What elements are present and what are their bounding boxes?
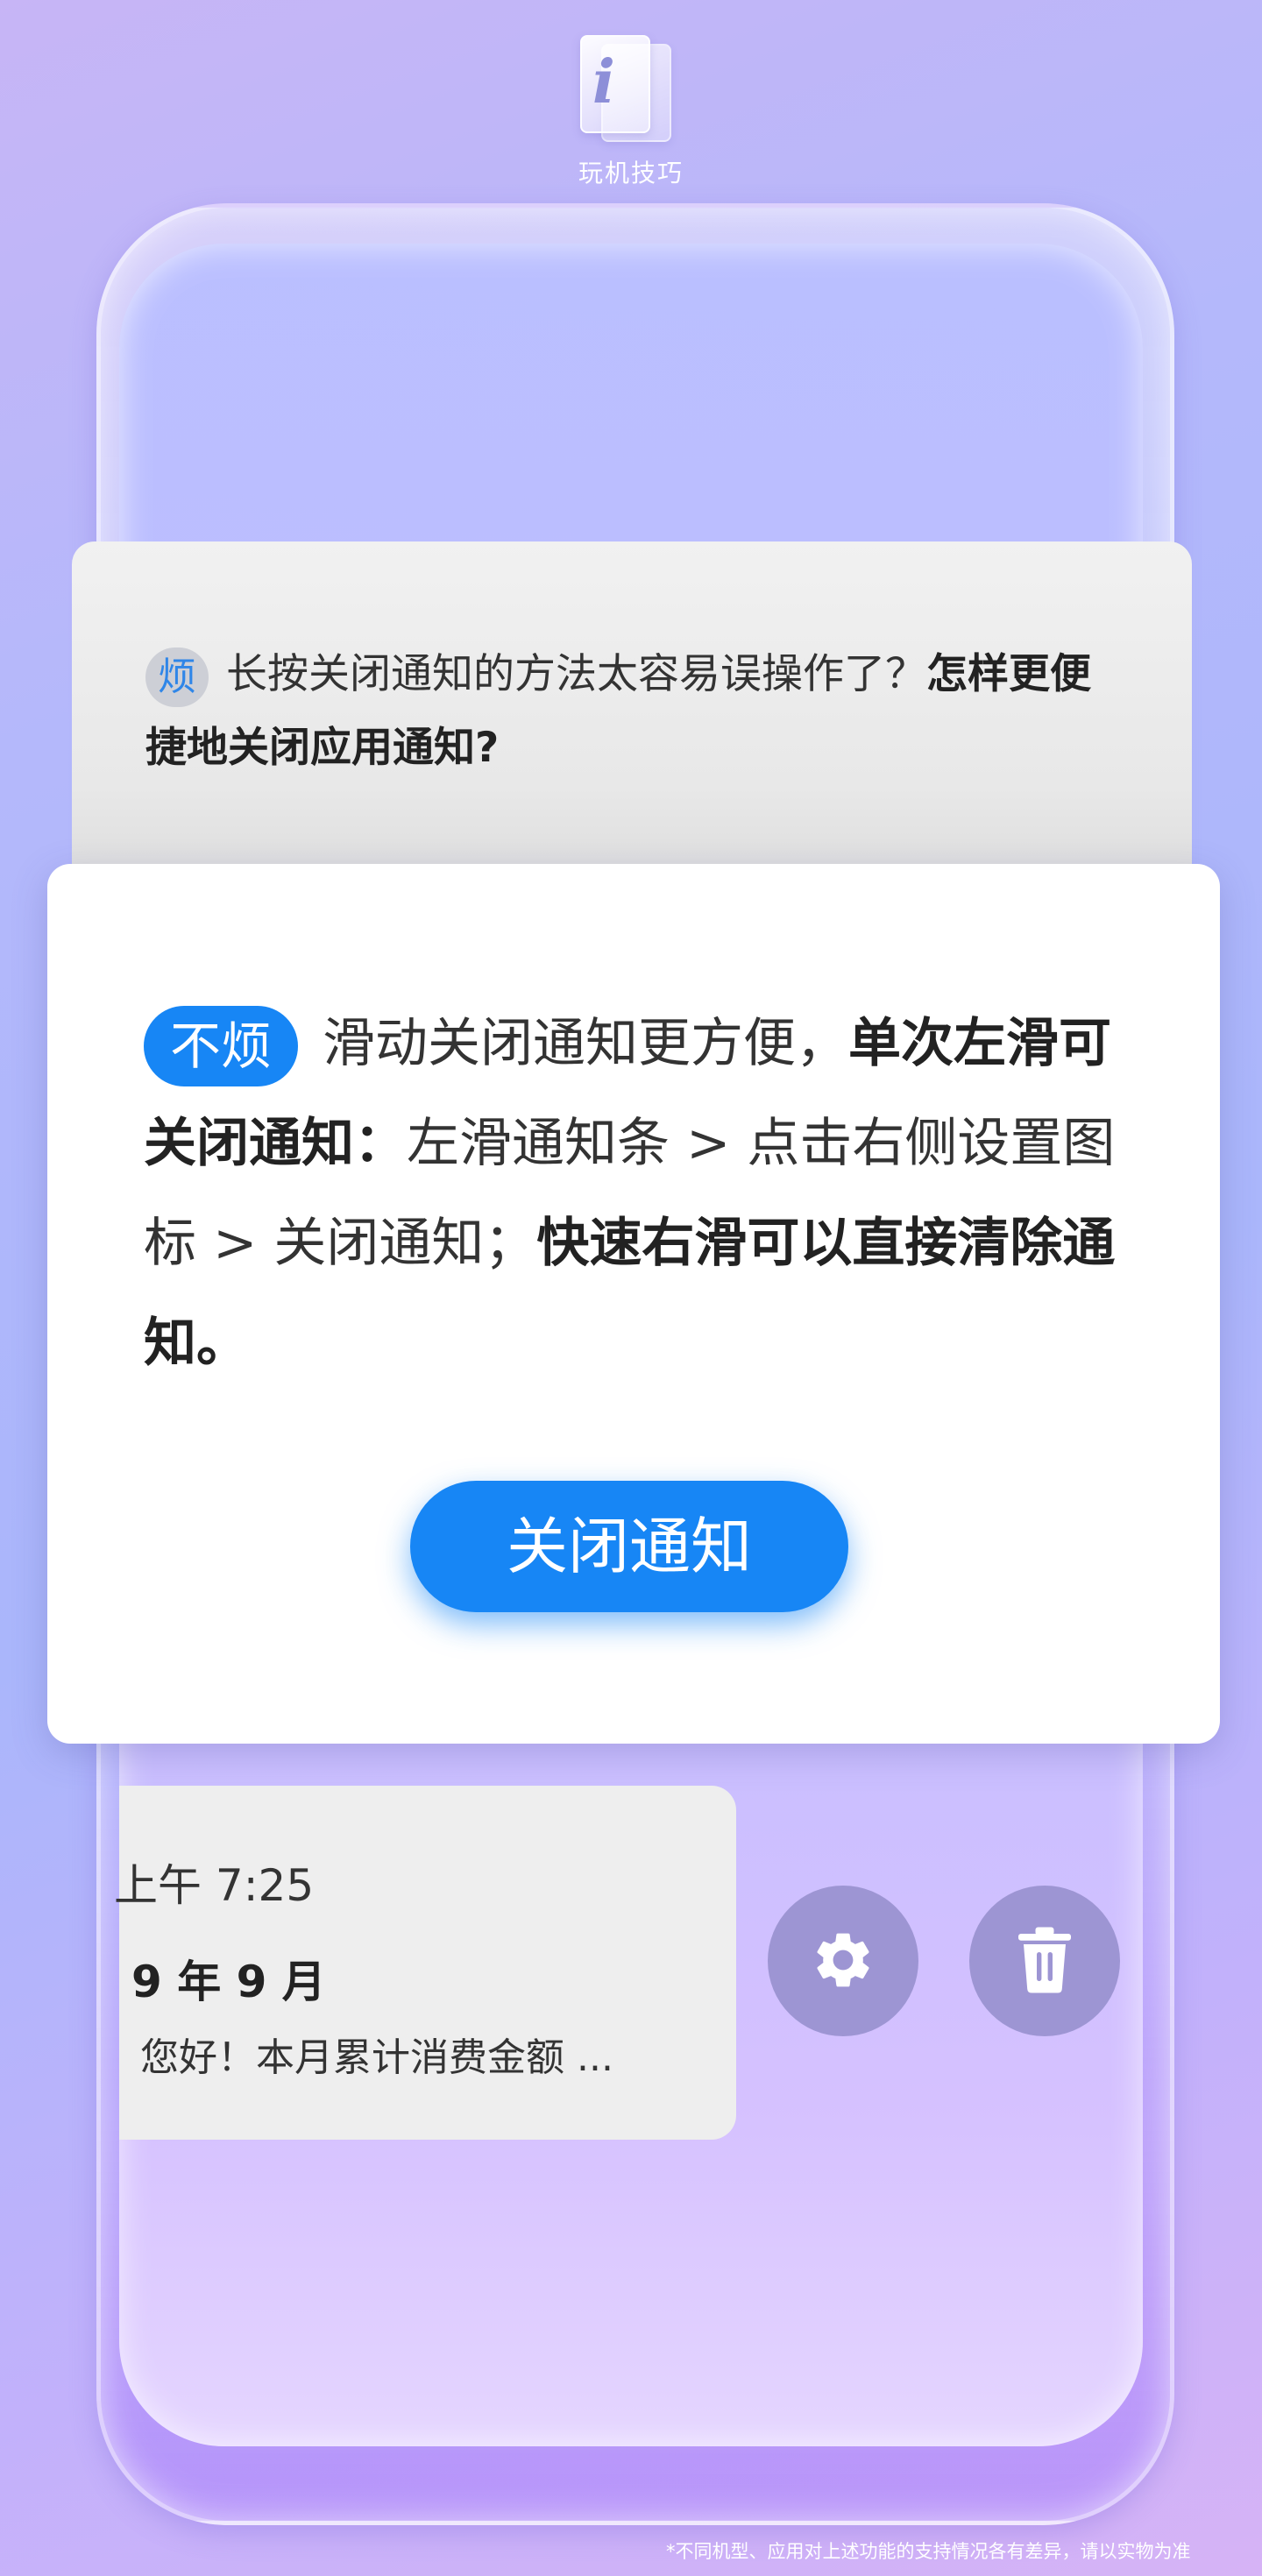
trash-icon — [1013, 1925, 1076, 1998]
logo-letter: i — [592, 47, 615, 117]
notification-time: 上午 7:25 — [114, 1860, 315, 1911]
solution-part1: 滑动关闭通知更方便， — [323, 1013, 849, 1074]
notification-settings-button[interactable] — [768, 1886, 918, 2036]
gear-icon — [810, 1927, 876, 1996]
not-annoyed-tag: 不烦 — [144, 1006, 299, 1087]
notification-body: 您好！本月累计消费金额 ... — [140, 2035, 613, 2080]
close-notification-button[interactable]: 关闭通知 — [410, 1481, 848, 1612]
app-logo: i — [580, 35, 684, 145]
page-title: 玩机技巧 — [578, 159, 684, 188]
notification-title: 9 年 9 月 — [131, 1957, 326, 2007]
problem-text-normal: 长按关闭通知的方法太容易误操作了？ — [226, 650, 926, 698]
problem-text: 烦长按关闭通知的方法太容易误操作了？怎样更便捷地关闭应用通知? — [145, 638, 1127, 785]
annoyed-tag: 烦 — [145, 647, 209, 707]
disclaimer-footnote: *不同机型、应用对上述功能的支持情况各有差异，请以实物为准 — [666, 2541, 1191, 2562]
solution-text: 不烦 滑动关闭通知更方便，单次左滑可关闭通知：左滑通知条 > 点击右侧设置图标 >… — [144, 994, 1134, 1393]
notification-delete-button[interactable] — [969, 1886, 1120, 2036]
